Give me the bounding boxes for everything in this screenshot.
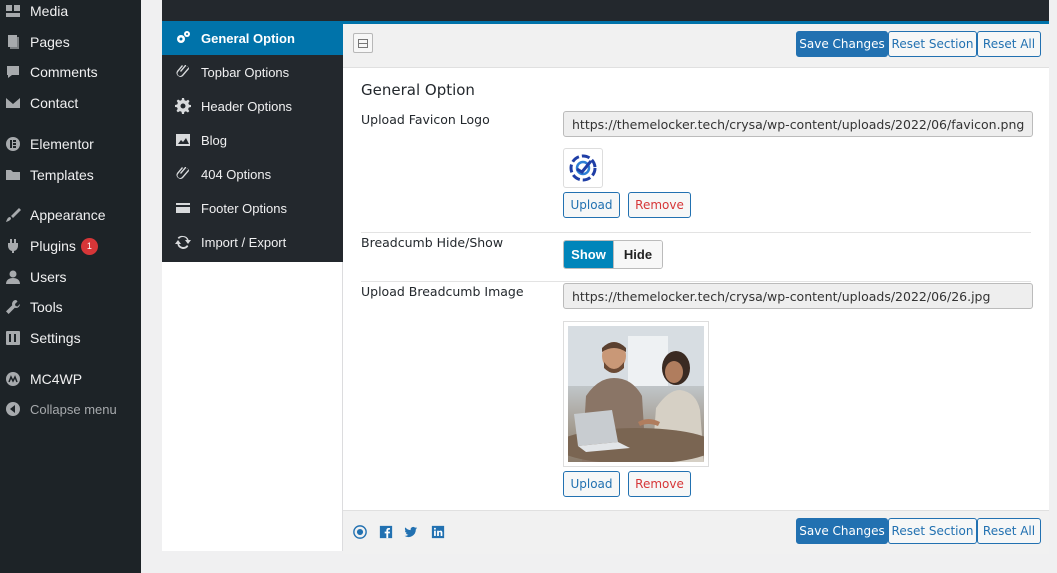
favicon-label: Upload Favicon Logo	[361, 112, 490, 127]
paperclip-icon	[174, 166, 191, 183]
mc4wp-icon	[5, 371, 21, 387]
menu-item-comments[interactable]: Comments	[0, 58, 141, 86]
menu-item-label: Elementor	[30, 136, 94, 152]
favicon-url-field[interactable]: https://themelocker.tech/crysa/wp-conten…	[563, 111, 1033, 137]
menu-item-pages[interactable]: Pages	[0, 28, 141, 56]
admin-sidebar: Media Pages Comments Contact Elementor T…	[0, 0, 141, 573]
menu-item-label: Plugins	[30, 238, 76, 254]
linkedin-icon[interactable]	[431, 525, 445, 539]
menu-item-label: Tools	[30, 299, 63, 315]
reset-section-button[interactable]: Reset Section	[888, 31, 977, 57]
refresh-icon	[174, 234, 191, 251]
reset-all-button[interactable]: Reset All	[977, 31, 1041, 57]
gears-icon	[174, 30, 191, 47]
options-nav-topbar[interactable]: Topbar Options	[162, 55, 343, 89]
options-nav-blog[interactable]: Blog	[162, 123, 343, 157]
favicon-logo-icon	[569, 154, 597, 182]
card-icon	[174, 200, 191, 217]
menu-item-elementor[interactable]: Elementor	[0, 130, 141, 158]
update-count-badge: 1	[80, 237, 98, 255]
menu-item-label: Collapse menu	[30, 401, 117, 417]
options-nav-label: Topbar Options	[201, 64, 290, 80]
bottom-action-bar: Save Changes Reset Section Reset All	[343, 510, 1049, 554]
breadcrumb-toggle-label: Breadcumb Hide/Show	[361, 235, 504, 250]
elementor-icon	[5, 136, 21, 152]
section-title: General Option	[361, 81, 475, 99]
menu-item-settings[interactable]: Settings	[0, 324, 141, 352]
breadcrumb-image-url-field[interactable]: https://themelocker.tech/crysa/wp-conten…	[563, 283, 1033, 309]
contact-icon	[5, 95, 21, 111]
menu-item-tools[interactable]: Tools	[0, 293, 141, 321]
pages-icon	[5, 34, 21, 50]
menu-item-label: Appearance	[30, 207, 106, 223]
comments-icon	[5, 64, 21, 80]
favicon-preview	[563, 148, 603, 188]
wrench-icon	[5, 299, 21, 315]
options-nav-label: Footer Options	[201, 200, 287, 216]
options-nav-import-export[interactable]: Import / Export	[162, 225, 343, 259]
menu-item-label: Users	[30, 269, 67, 285]
gear-icon	[174, 98, 191, 115]
field-divider	[361, 281, 1031, 282]
meeting-photo	[568, 326, 704, 462]
breadcrumb-image-upload-button[interactable]: Upload	[563, 471, 620, 497]
plug-icon	[5, 238, 21, 254]
options-nav-label: General Option	[201, 30, 295, 46]
options-nav-label: Import / Export	[201, 234, 287, 250]
options-nav-background	[162, 262, 343, 551]
options-content-panel: Save Changes Reset Section Reset All Gen…	[343, 21, 1049, 554]
menu-item-label: Settings	[30, 330, 81, 346]
menu-item-label: MC4WP	[30, 371, 83, 387]
breadcrumb-image-preview	[563, 321, 709, 467]
options-nav-footer[interactable]: Footer Options	[162, 191, 343, 225]
collapse-menu-button[interactable]: Collapse menu	[0, 395, 141, 423]
menu-item-contact[interactable]: Contact	[0, 89, 141, 117]
menu-item-plugins[interactable]: Plugins 1	[0, 232, 141, 260]
expand-options-button[interactable]	[353, 33, 373, 53]
options-nav-label: 404 Options	[201, 166, 272, 182]
menu-item-mc4wp[interactable]: MC4WP	[0, 365, 141, 393]
media-icon	[5, 3, 21, 19]
hide-toggle-button[interactable]: Hide	[613, 241, 662, 268]
reset-section-button-bottom[interactable]: Reset Section	[888, 518, 977, 544]
options-nav-label: Blog	[201, 132, 228, 148]
favicon-upload-button[interactable]: Upload	[563, 192, 620, 218]
options-nav: General Option Topbar Options Header Opt…	[162, 21, 343, 262]
field-divider	[361, 232, 1031, 233]
menu-item-label: Templates	[30, 167, 94, 183]
breadcrumb-toggle: Show Hide	[563, 240, 663, 269]
menu-item-label: Pages	[30, 34, 70, 50]
paperclip-icon	[174, 64, 191, 81]
save-changes-button[interactable]: Save Changes	[796, 31, 888, 57]
image-icon	[174, 132, 191, 149]
menu-item-media[interactable]: Media	[0, 0, 141, 25]
folder-icon	[5, 167, 21, 183]
options-panel-header	[162, 0, 1049, 21]
save-changes-button-bottom[interactable]: Save Changes	[796, 518, 888, 544]
menu-item-appearance[interactable]: Appearance	[0, 201, 141, 229]
favicon-remove-button[interactable]: Remove	[628, 192, 691, 218]
collapse-icon	[5, 401, 21, 417]
expand-icon	[358, 38, 368, 48]
options-nav-header[interactable]: Header Options	[162, 89, 343, 123]
brush-icon	[5, 207, 21, 223]
breadcrumb-image-remove-button[interactable]: Remove	[628, 471, 691, 497]
options-nav-general[interactable]: General Option	[162, 21, 343, 55]
options-nav-label: Header Options	[201, 98, 293, 114]
github-icon[interactable]	[353, 525, 367, 539]
menu-item-label: Contact	[30, 95, 79, 111]
top-action-bar: Save Changes Reset Section Reset All	[343, 24, 1049, 68]
show-toggle-button[interactable]: Show	[564, 241, 613, 268]
user-icon	[5, 269, 21, 285]
menu-item-label: Media	[30, 3, 69, 19]
menu-item-templates[interactable]: Templates	[0, 161, 141, 189]
settings-icon	[5, 330, 21, 346]
breadcrumb-image-label: Upload Breadcumb Image	[361, 284, 524, 299]
reset-all-button-bottom[interactable]: Reset All	[977, 518, 1041, 544]
menu-item-label: Comments	[30, 64, 98, 80]
options-nav-404[interactable]: 404 Options	[162, 157, 343, 191]
menu-item-users[interactable]: Users	[0, 263, 141, 291]
facebook-icon[interactable]	[379, 525, 393, 539]
twitter-icon[interactable]	[404, 525, 418, 539]
